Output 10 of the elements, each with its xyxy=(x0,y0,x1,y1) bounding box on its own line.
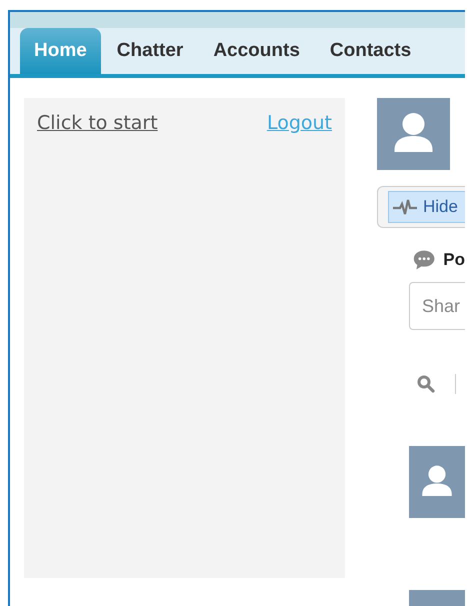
nav-tab[interactable]: Accounts xyxy=(199,28,314,74)
pulse-icon xyxy=(393,198,417,216)
chat-bubble-icon xyxy=(413,248,436,272)
post-tab[interactable]: Po xyxy=(443,250,465,270)
nav-tab[interactable]: Chatter xyxy=(102,28,198,74)
share-field[interactable]: Shar xyxy=(409,282,465,330)
nav-tab[interactable]: Contacts xyxy=(316,28,426,74)
start-link[interactable]: Click to start xyxy=(37,112,158,134)
search-icon[interactable] xyxy=(417,375,435,393)
hide-button[interactable]: Hide xyxy=(388,191,465,223)
